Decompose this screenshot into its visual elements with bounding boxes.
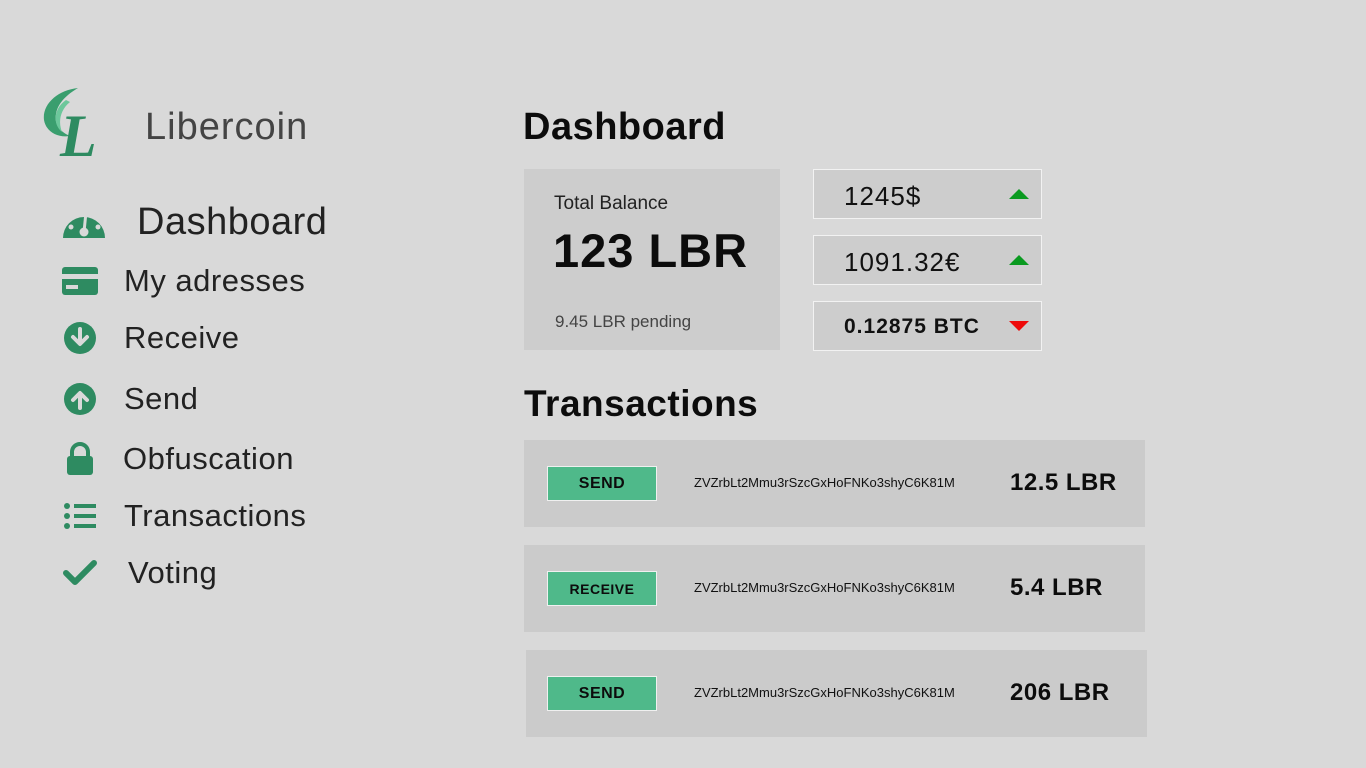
arrow-up-circle-icon xyxy=(60,379,100,419)
sidebar-item-label: Receive xyxy=(124,320,240,355)
sidebar-item-send[interactable]: Send xyxy=(60,379,198,419)
lock-icon xyxy=(60,439,100,479)
rate-value: 0.12875 BTC xyxy=(844,315,980,338)
sidebar-item-receive[interactable]: Receive xyxy=(60,318,240,358)
sidebar-item-label: Voting xyxy=(128,555,218,590)
sidebar-item-label: My adresses xyxy=(124,263,306,298)
transaction-amount: 5.4 LBR xyxy=(1010,574,1103,601)
transaction-row[interactable]: RECEIVE ZVZrbLt2Mmu3rSzcGxHoFNKo3shyC6K8… xyxy=(524,545,1145,632)
svg-text:L: L xyxy=(59,103,97,160)
card-icon xyxy=(60,261,100,301)
balance-value: 123 LBR xyxy=(553,224,749,277)
rate-usd: 1245$ xyxy=(813,169,1042,219)
sidebar-item-label: Send xyxy=(124,381,199,416)
trend-up-icon xyxy=(1009,189,1029,199)
sidebar-item-voting[interactable]: Voting xyxy=(60,553,217,593)
sidebar-item-obfuscation[interactable]: Obfuscation xyxy=(60,439,294,479)
gauge-icon xyxy=(60,200,108,244)
arrow-down-circle-icon xyxy=(60,318,100,358)
page-title: Dashboard xyxy=(523,106,726,148)
balance-card: Total Balance 123 LBR 9.45 LBR pending xyxy=(524,169,780,350)
sidebar-item-label: Transactions xyxy=(124,498,307,533)
transaction-address: ZVZrbLt2Mmu3rSzcGxHoFNKo3shyC6K81M xyxy=(694,685,955,700)
transactions-title: Transactions xyxy=(524,383,759,424)
sidebar-item-transactions[interactable]: Transactions xyxy=(60,496,306,536)
sidebar-item-label: Obfuscation xyxy=(123,441,294,476)
send-badge-button[interactable]: SEND xyxy=(547,466,657,501)
sidebar-item-dashboard[interactable]: Dashboard xyxy=(60,200,327,244)
trend-down-icon xyxy=(1009,321,1029,331)
trend-up-icon xyxy=(1009,255,1029,265)
sidebar-item-label: Dashboard xyxy=(137,200,328,243)
rate-value: 1091.32€ xyxy=(844,247,961,277)
transaction-address: ZVZrbLt2Mmu3rSzcGxHoFNKo3shyC6K81M xyxy=(694,475,955,490)
receive-badge-button[interactable]: RECEIVE xyxy=(547,571,657,606)
transaction-amount: 12.5 LBR xyxy=(1010,469,1117,496)
rate-eur: 1091.32€ xyxy=(813,235,1042,285)
balance-label: Total Balance xyxy=(554,193,669,214)
list-icon xyxy=(60,496,100,536)
transaction-row[interactable]: SEND ZVZrbLt2Mmu3rSzcGxHoFNKo3shyC6K81M … xyxy=(526,650,1147,737)
sidebar-item-my-adresses[interactable]: My adresses xyxy=(60,261,305,301)
app-window: L Libercoin Dashboard My adresses Receiv… xyxy=(0,0,1366,768)
rate-value: 1245$ xyxy=(844,181,922,211)
rate-btc: 0.12875 BTC xyxy=(813,301,1042,351)
brand-name: Libercoin xyxy=(145,106,309,148)
check-icon xyxy=(60,553,100,593)
libercoin-logo: L xyxy=(40,86,122,169)
send-badge-button[interactable]: SEND xyxy=(547,676,657,711)
transaction-row[interactable]: SEND ZVZrbLt2Mmu3rSzcGxHoFNKo3shyC6K81M … xyxy=(524,440,1145,527)
transaction-amount: 206 LBR xyxy=(1010,679,1110,706)
pending-balance: 9.45 LBR pending xyxy=(555,312,692,331)
transaction-address: ZVZrbLt2Mmu3rSzcGxHoFNKo3shyC6K81M xyxy=(694,580,955,595)
